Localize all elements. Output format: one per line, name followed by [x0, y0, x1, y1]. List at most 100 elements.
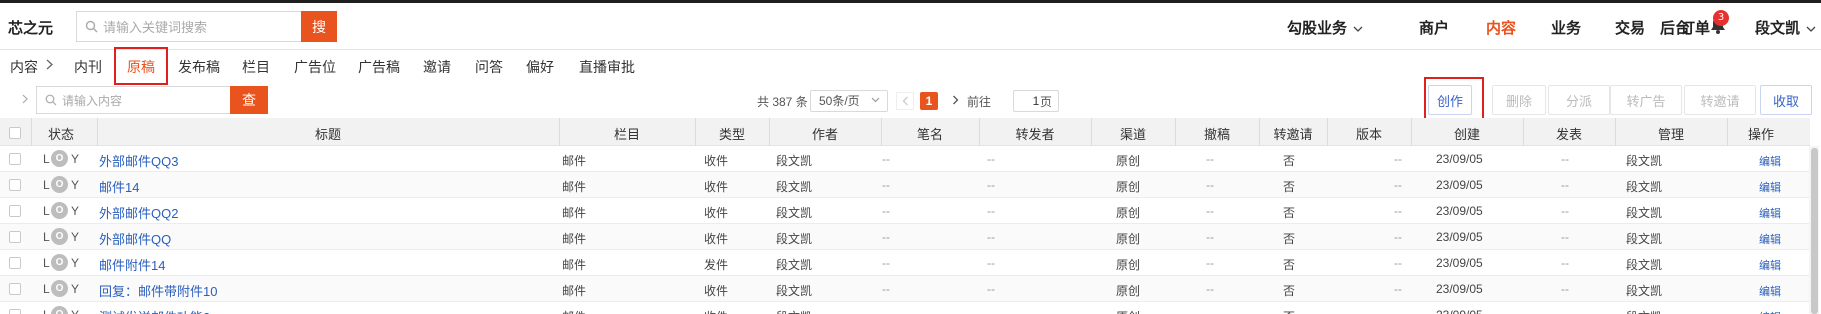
cell-forwarder: -- — [987, 282, 995, 296]
tab-pianhao[interactable]: 偏好 — [526, 57, 554, 77]
to-ad-button[interactable]: 转广告 — [1610, 85, 1682, 115]
nav-label: 勾股业务 — [1287, 20, 1348, 37]
row-checkbox[interactable] — [9, 179, 21, 191]
col-manager[interactable]: 管理 — [1615, 124, 1727, 143]
edit-link[interactable]: 编辑 — [1759, 257, 1781, 273]
global-search-button[interactable]: 搜 — [301, 11, 337, 42]
table-row[interactable] — [0, 276, 1810, 302]
edit-link[interactable]: 编辑 — [1759, 309, 1781, 314]
cell-withdraw: -- — [1206, 282, 1214, 296]
assign-button[interactable]: 分派 — [1548, 85, 1610, 115]
global-search-input[interactable] — [103, 18, 293, 36]
tab-neikan[interactable]: 内刊 — [74, 57, 102, 77]
status-indicator: O — [51, 254, 68, 271]
table-row[interactable] — [0, 146, 1810, 172]
highlight-box-tab — [114, 47, 168, 85]
tab-lanmu[interactable]: 栏目 — [242, 57, 270, 77]
app-logo[interactable]: 芯之元 — [8, 17, 53, 38]
table-row[interactable] — [0, 250, 1810, 276]
collect-button[interactable]: 收取 — [1760, 85, 1812, 115]
tab-guanggaogao[interactable]: 广告稿 — [358, 57, 400, 77]
nav-admin[interactable]: 后台 — [1660, 17, 1690, 38]
to-invite-button[interactable]: 转邀请 — [1684, 85, 1756, 115]
collapse-chevron-icon[interactable] — [22, 92, 29, 107]
nav-business[interactable]: 业务 — [1551, 17, 1581, 38]
cell-channel: 原创 — [1116, 284, 1141, 298]
table-row[interactable] — [0, 224, 1810, 250]
col-version[interactable]: 版本 — [1327, 124, 1411, 143]
tab-guanggaowei[interactable]: 广告位 — [294, 57, 336, 77]
nav-gougu-business[interactable]: 勾股业务 — [1287, 17, 1363, 38]
table-row[interactable] — [0, 172, 1810, 198]
table-row[interactable] — [0, 198, 1810, 224]
cell-column: 邮件 — [562, 206, 587, 220]
page-size-select[interactable]: 50条/页 — [810, 90, 888, 112]
row-checkbox[interactable] — [9, 205, 21, 217]
edit-link[interactable]: 编辑 — [1759, 205, 1781, 221]
tab-zhibo-shenpi[interactable]: 直播审批 — [579, 57, 635, 77]
col-published[interactable]: 发表 — [1523, 124, 1615, 143]
col-pen-name[interactable]: 笔名 — [881, 124, 979, 143]
cell-forwarder: -- — [987, 204, 995, 218]
row-checkbox[interactable] — [9, 283, 21, 295]
cell-pen-name: -- — [882, 230, 890, 244]
notification-count-badge: 3 — [1713, 10, 1729, 26]
tab-yaoqing[interactable]: 邀请 — [423, 57, 451, 77]
col-withdraw[interactable]: 撤稿 — [1175, 124, 1259, 143]
table-row[interactable] — [0, 302, 1810, 314]
next-page-button[interactable] — [946, 92, 964, 110]
col-column[interactable]: 栏目 — [559, 124, 695, 143]
article-title-link[interactable]: 外部邮件QQ2 — [99, 203, 178, 222]
nav-merchant[interactable]: 商户 — [1419, 17, 1449, 38]
article-title-link[interactable]: 回复：邮件带附件10 — [99, 281, 217, 300]
status-l: L — [43, 308, 50, 314]
col-to-invite[interactable]: 转邀请 — [1259, 124, 1327, 143]
col-title[interactable]: 标题 — [97, 124, 559, 143]
cell-column: 邮件 — [562, 258, 587, 272]
article-title-link[interactable]: 测试发送邮件功能2 — [99, 307, 210, 314]
col-action[interactable]: 操作 — [1727, 124, 1795, 143]
cell-type: 收件 — [704, 206, 729, 220]
col-status[interactable]: 状态 — [31, 124, 91, 143]
col-type[interactable]: 类型 — [695, 124, 769, 143]
col-channel[interactable]: 渠道 — [1091, 124, 1175, 143]
filter-box[interactable] — [36, 86, 230, 114]
filter-input[interactable] — [62, 92, 222, 109]
cell-version: -- — [1394, 308, 1402, 314]
row-checkbox[interactable] — [9, 231, 21, 243]
scrollbar-thumb[interactable] — [1811, 148, 1818, 314]
article-title-link[interactable]: 外部邮件QQ — [99, 229, 171, 248]
tab-fabugao[interactable]: 发布稿 — [178, 57, 220, 77]
row-checkbox[interactable] — [9, 309, 21, 314]
cell-author: 段文凯 — [776, 308, 812, 314]
row-checkbox[interactable] — [9, 153, 21, 165]
edit-link[interactable]: 编辑 — [1759, 283, 1781, 299]
edit-link[interactable]: 编辑 — [1759, 231, 1781, 247]
delete-button[interactable]: 删除 — [1492, 85, 1546, 115]
article-title-link[interactable]: 邮件附件14 — [99, 255, 165, 274]
col-forwarder[interactable]: 转发者 — [979, 124, 1091, 143]
column-divider — [1523, 118, 1524, 146]
col-author[interactable]: 作者 — [769, 124, 881, 143]
nav-content[interactable]: 内容 — [1486, 17, 1516, 38]
column-divider — [1411, 118, 1412, 146]
select-all-checkbox[interactable] — [9, 127, 21, 139]
global-search-box[interactable] — [76, 11, 302, 42]
article-title-link[interactable]: 外部邮件QQ3 — [99, 151, 178, 170]
current-page[interactable]: 1 — [920, 92, 938, 110]
cell-invite: 否 — [1283, 308, 1295, 314]
row-checkbox[interactable] — [9, 257, 21, 269]
goto-page-input[interactable] — [1013, 90, 1059, 112]
prev-page-button[interactable] — [896, 92, 914, 110]
col-created[interactable]: 创建 — [1411, 124, 1523, 143]
edit-link[interactable]: 编辑 — [1759, 179, 1781, 195]
breadcrumb-content[interactable]: 内容 — [10, 57, 38, 77]
cell-author: 段文凯 — [776, 258, 813, 272]
article-title-link[interactable]: 邮件14 — [99, 177, 139, 196]
user-menu[interactable]: 段文凯 — [1755, 17, 1816, 38]
nav-trade[interactable]: 交易 — [1615, 17, 1645, 38]
cell-invite: 否 — [1283, 180, 1296, 194]
filter-search-button[interactable]: 查 — [230, 86, 268, 114]
edit-link[interactable]: 编辑 — [1759, 153, 1781, 169]
tab-wenda[interactable]: 问答 — [475, 57, 503, 77]
